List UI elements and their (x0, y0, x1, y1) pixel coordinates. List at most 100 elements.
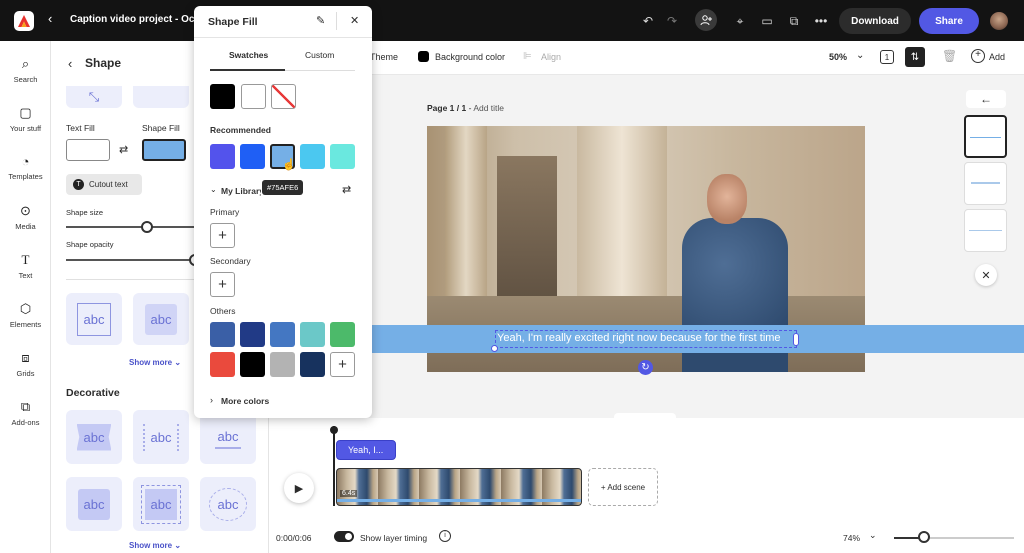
rail-item-add-ons[interactable]: ⧉ Add-ons (0, 399, 51, 427)
zoom-level[interactable]: 50% (829, 52, 847, 62)
avatar[interactable] (990, 12, 1008, 30)
cutout-text-button[interactable]: T Cutout text (66, 174, 142, 195)
timeline-zoom-handle[interactable] (918, 531, 930, 543)
more-options-icon[interactable]: ••• (810, 10, 832, 32)
rail-item-grids[interactable]: ⧈ Grids (0, 350, 51, 378)
shape-opacity-slider[interactable] (66, 259, 196, 261)
swatch-black[interactable] (210, 84, 235, 109)
shape-style-tile[interactable]: abc (66, 293, 122, 345)
text-fill-swatch[interactable] (66, 139, 110, 161)
eyedropper-icon[interactable]: ✎ (316, 14, 325, 27)
recommended-swatch[interactable] (210, 144, 235, 169)
recommended-swatch[interactable] (300, 144, 325, 169)
decorative-tile[interactable]: abc (133, 410, 189, 464)
collapse-pages-icon[interactable]: ← (966, 90, 1006, 108)
background-color-button[interactable]: Background color (435, 52, 505, 62)
video-clip[interactable]: 6.4s (336, 468, 582, 506)
others-swatch[interactable] (210, 352, 235, 377)
redo-icon[interactable]: ↷ (661, 10, 683, 32)
project-title[interactable]: Caption video project - Octobe (70, 14, 194, 25)
decorative-tile[interactable]: abc (133, 477, 189, 531)
location-pin-icon[interactable]: ⌖ (729, 10, 751, 32)
resize-handle[interactable] (491, 345, 498, 352)
timeline-zoom-chevron-down-icon[interactable]: ⌄ (869, 530, 877, 541)
shape-preview-tile[interactable] (133, 86, 189, 108)
add-icon[interactable]: + (971, 49, 985, 63)
shape-fill-swatch[interactable] (142, 139, 186, 161)
decorative-tile[interactable]: abc (200, 410, 256, 464)
playhead[interactable] (333, 426, 335, 506)
decorative-tile[interactable]: abc (200, 477, 256, 531)
decorative-tile[interactable]: abc (66, 410, 122, 464)
rail-item-elements[interactable]: ⬡ Elements (0, 301, 51, 329)
rail-item-media[interactable]: ⊙ Media (0, 203, 51, 231)
show-more-link[interactable]: Show more ⌄ (129, 541, 181, 550)
add-secondary-color-button[interactable]: + (210, 272, 235, 297)
others-swatch[interactable] (210, 322, 235, 347)
timeline-zoom-level[interactable]: 74% (843, 533, 860, 543)
others-swatch[interactable] (240, 352, 265, 377)
rail-item-search[interactable]: ⌕ Search (0, 56, 51, 84)
rail-item-text[interactable]: T Text (0, 252, 51, 280)
arrange-icon[interactable]: ⇅ (905, 47, 925, 67)
page-thumbnail[interactable] (964, 115, 1007, 158)
others-swatch[interactable] (300, 352, 325, 377)
theme-button[interactable]: Theme (370, 52, 398, 62)
caption-text[interactable]: Yeah, I'm really excited right now becau… (495, 330, 797, 348)
add-other-color-button[interactable]: + (330, 352, 355, 377)
panel-back-icon[interactable]: ‹ (68, 56, 72, 71)
share-button[interactable]: Share (919, 8, 979, 34)
swap-library-icon[interactable]: ⇄ (342, 183, 351, 196)
swatch-no-fill[interactable] (271, 84, 296, 109)
shape-preview-tile[interactable]: ⤡ (66, 86, 122, 108)
tab-custom[interactable]: Custom (305, 50, 334, 60)
invite-icon[interactable] (695, 9, 717, 31)
swap-icon[interactable]: ⇄ (119, 143, 128, 156)
resize-handle[interactable] (793, 333, 799, 346)
my-library-label[interactable]: My Library (221, 186, 261, 196)
back-chevron-icon[interactable]: ‹ (48, 11, 52, 26)
library-chevron-down-icon[interactable]: ⌄ (210, 185, 217, 194)
add-button[interactable]: Add (989, 52, 1005, 62)
recommended-swatch[interactable] (330, 144, 355, 169)
play-button[interactable]: ▶ (284, 473, 314, 503)
add-primary-color-button[interactable]: + (210, 223, 235, 248)
page-thumbnail[interactable] (964, 209, 1007, 252)
rail-item-templates[interactable]: ◔ Templates (0, 154, 51, 181)
others-swatch[interactable] (240, 322, 265, 347)
zoom-chevron-down-icon[interactable]: ⌄ (856, 50, 864, 61)
add-title-link[interactable]: Add title (473, 103, 504, 113)
others-swatch[interactable] (270, 352, 295, 377)
shape-size-handle[interactable] (141, 221, 153, 233)
share-comment-icon[interactable]: ⧉ (783, 10, 805, 32)
comment-icon[interactable]: ▭ (756, 10, 778, 32)
decorative-tile[interactable]: abc (66, 477, 122, 531)
background-color-swatch[interactable] (418, 51, 429, 62)
caption-clip[interactable]: Yeah, I... (336, 440, 396, 460)
rotate-icon[interactable]: ↻ (638, 360, 653, 375)
download-button[interactable]: Download (839, 8, 911, 34)
others-swatch[interactable] (270, 322, 295, 347)
more-colors-chevron-icon[interactable]: › (210, 395, 213, 405)
more-colors-link[interactable]: More colors (221, 396, 269, 406)
playhead-handle[interactable] (330, 426, 338, 434)
shape-style-tile[interactable]: abc (133, 293, 189, 345)
show-more-link[interactable]: Show more ⌄ (129, 358, 181, 367)
page-thumbnail[interactable] (964, 162, 1007, 205)
tab-swatches[interactable]: Swatches (229, 50, 268, 60)
info-icon[interactable]: i (439, 530, 451, 542)
add-scene-button[interactable]: + Add scene (588, 468, 658, 506)
undo-icon[interactable]: ↶ (637, 10, 659, 32)
close-icon[interactable]: ✕ (350, 14, 359, 27)
adobe-express-logo[interactable] (14, 11, 34, 31)
delete-icon[interactable]: 🗑 (942, 49, 957, 63)
swatch-white[interactable] (241, 84, 266, 109)
rail-item-your-stuff[interactable]: ▢ Your stuff (0, 105, 51, 133)
layers-count-icon[interactable]: 1 (880, 50, 894, 64)
shape-size-slider[interactable] (66, 226, 196, 228)
recommended-swatch[interactable] (240, 144, 265, 169)
close-icon[interactable]: ✕ (975, 264, 997, 286)
others-swatch[interactable] (300, 322, 325, 347)
align-button[interactable]: Align (541, 52, 561, 62)
timeline-zoom-slider[interactable] (894, 537, 1014, 539)
